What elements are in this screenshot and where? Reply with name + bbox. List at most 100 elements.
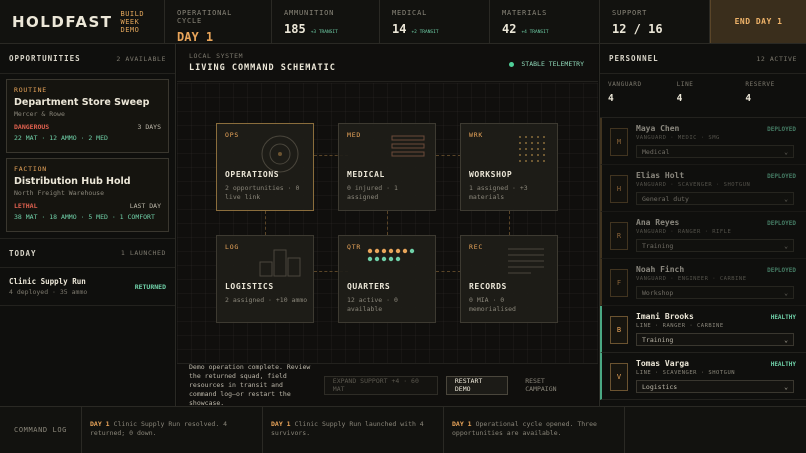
today-item-name: Clinic Supply Run	[9, 277, 86, 286]
occupant-dot	[374, 248, 380, 254]
today-item-sub: 4 deployed · 35 ammo	[9, 288, 88, 296]
room-desc: 0 MIA · 0 memorialised	[469, 296, 516, 313]
opportunity-yield: 38 MAT · 18 AMMO · 5 MED · 1 COMFORT	[14, 213, 155, 221]
avatar: M	[610, 128, 628, 156]
room-workshop[interactable]: WRK WORKSHOP 1 assigned · +3 materials	[460, 123, 558, 211]
person-tags: VANGUARD · ENGINEER · CARBINE	[636, 276, 747, 282]
count-value: 4	[745, 93, 752, 104]
connector-line	[509, 211, 510, 235]
schematic-grid: OPS OPERATIONS 2 opportunities · 0 live …	[177, 83, 598, 363]
workshop-dot	[537, 142, 539, 144]
assignment-value: Logistics	[642, 382, 678, 391]
personnel-row[interactable]: H Elias Holt VANGUARD · SCAVENGER · SHOTGU…	[600, 165, 806, 212]
opportunity-place: Mercer & Rowe	[14, 110, 65, 118]
room-name: LOGISTICS	[225, 282, 274, 291]
stat-medical: MEDICAL 14 +2 TRANSIT	[380, 0, 490, 43]
medical-bay-icon	[391, 135, 425, 157]
workshop-dot	[531, 160, 533, 162]
crates-icon	[259, 249, 301, 277]
room-quarters[interactable]: QTR QUARTERS 12 active · 0 available	[338, 235, 436, 323]
personnel-row[interactable]: F Noah Finch VANGUARD · ENGINEER · CARBINE…	[600, 259, 806, 306]
avatar: H	[610, 175, 628, 203]
restart-demo-button[interactable]: RESTART DEMO	[445, 375, 509, 395]
opportunity-title: Department Store Sweep	[14, 97, 150, 108]
workshop-grid-icon	[519, 136, 545, 162]
assignment-select[interactable]: Workshop ⌄	[636, 286, 794, 299]
personnel-header: PERSONNEL 12 ACTIVE	[600, 44, 806, 74]
count-label: RESERVE	[745, 81, 775, 88]
command-log: COMMAND LOG DAY 1 Clinic Supply Run resol…	[0, 406, 806, 453]
room-desc: 2 opportunities · 0 live link	[225, 184, 300, 201]
room-medical[interactable]: MED MEDICAL 0 injured · 1 assigned	[338, 123, 436, 211]
today-item[interactable]: Clinic Supply Run 4 deployed · 35 ammo R…	[0, 268, 175, 306]
assignment-select[interactable]: Training ⌄	[636, 239, 794, 252]
room-desc: 1 assigned · +3 materials	[469, 184, 528, 201]
person-tags: VANGUARD · RANGER · RIFLE	[636, 229, 732, 235]
connector-line	[387, 211, 388, 235]
assignment-select[interactable]: Medical ⌄	[636, 145, 794, 158]
assignment-value: Training	[642, 241, 674, 250]
workshop-dot	[525, 148, 527, 150]
count-reserve: RESERVE 4	[737, 74, 806, 117]
workshop-dot	[525, 154, 527, 156]
stat-label: MEDICAL	[392, 9, 428, 17]
workshop-dot	[537, 136, 539, 138]
assignment-value: General duty	[642, 194, 689, 203]
count-label: LINE	[676, 81, 694, 88]
end-day-button[interactable]: END DAY 1	[710, 0, 806, 43]
brand-name: HOLDFAST	[12, 12, 113, 31]
connector-line	[436, 155, 461, 156]
today-item-info: Clinic Supply Run 4 deployed · 35 ammo	[9, 277, 87, 296]
ammo-transit: +3 TRANSIT	[310, 30, 338, 35]
opportunities-title: OPPORTUNITIES	[9, 54, 81, 63]
log-entry: DAY 1 Clinic Supply Run launched with 4 s…	[263, 407, 444, 453]
occupant-dot	[388, 256, 394, 262]
status-badge: DEPLOYED	[767, 267, 796, 274]
today-item-status: RETURNED	[134, 282, 166, 291]
room-records[interactable]: REC RECORDS 0 MIA · 0 memorialised	[460, 235, 558, 323]
log-entry: DAY 1 Clinic Supply Run resolved. 4 retur…	[82, 407, 263, 453]
assignment-select[interactable]: Training ⌄	[636, 333, 794, 346]
expand-support-button[interactable]: EXPAND SUPPORT +4 · 60 MAT	[323, 375, 438, 395]
log-text: Clinic Supply Run launched with 4 surviv…	[271, 420, 424, 437]
opportunity-title: Distribution Hub Hold	[14, 176, 131, 187]
count-label: VANGUARD	[608, 81, 642, 88]
reset-campaign-button[interactable]: RESET CAMPAIGN	[516, 376, 586, 395]
occupant-dot	[409, 248, 415, 254]
room-operations[interactable]: OPS OPERATIONS 2 opportunities · 0 live …	[216, 123, 314, 211]
workshop-dot	[519, 136, 521, 138]
opportunity-risk-row: LETHAL LAST DAY	[14, 202, 161, 210]
opportunity-card[interactable]: ROUTINE Department Store Sweep Mercer & …	[6, 79, 169, 153]
personnel-row[interactable]: B Imani Brooks LINE · RANGER · CARBINE HEAL…	[600, 306, 806, 353]
personnel-row[interactable]: R Ana Reyes VANGUARD · RANGER · RIFLE DEPLO…	[600, 212, 806, 259]
workshop-dot	[543, 154, 545, 156]
stat-label: OPERATIONAL CYCLE	[177, 9, 233, 25]
status-badge: DEPLOYED	[767, 126, 796, 133]
assignment-select[interactable]: Logistics ⌄	[636, 380, 794, 393]
brand-subtitle: BUILD WEEK DEMO	[120, 10, 152, 34]
workshop-dot	[537, 148, 539, 150]
stat-ammunition: AMMUNITION 185 +3 TRANSIT	[272, 0, 380, 43]
stat-value: 14 +2 TRANSIT	[392, 22, 477, 36]
personnel-row[interactable]: M Maya Chen VANGUARD · MEDIC · SMG DEPLOYED…	[600, 118, 806, 165]
log-entry: DAY 1 Operational cycle opened. Three opp…	[444, 407, 625, 453]
stat-value: 42 +4 TRANSIT	[502, 22, 587, 36]
room-logistics[interactable]: LOG LOGISTICS 2 assigned · +10 ammo	[216, 235, 314, 323]
personnel-row[interactable]: V Tomas Varga LINE · SCAVENGER · SHOTGUN HE…	[600, 353, 806, 400]
count-vanguard: VANGUARD 4	[600, 74, 669, 117]
occupant-dot	[388, 248, 394, 254]
opportunity-card[interactable]: FACTION Distribution Hub Hold North Frei…	[6, 158, 169, 232]
workshop-dot	[525, 160, 527, 162]
room-desc: 12 active · 0 available	[347, 296, 398, 313]
room-name: OPERATIONS	[225, 170, 280, 179]
opportunity-type: FACTION	[14, 165, 47, 173]
log-text: Clinic Supply Run resolved. 4 returned; …	[90, 420, 228, 437]
log-day: DAY 1	[90, 420, 110, 428]
schematic-footer: Demo operation complete. Review the retu…	[177, 363, 598, 407]
chevron-down-icon: ⌄	[784, 288, 788, 297]
stat-operational-cycle: OPERATIONAL CYCLE DAY 1	[165, 0, 272, 44]
assignment-select[interactable]: General duty ⌄	[636, 192, 794, 205]
workshop-dot	[543, 160, 545, 162]
assignment-value: Medical	[642, 147, 670, 156]
avatar: F	[610, 269, 628, 297]
